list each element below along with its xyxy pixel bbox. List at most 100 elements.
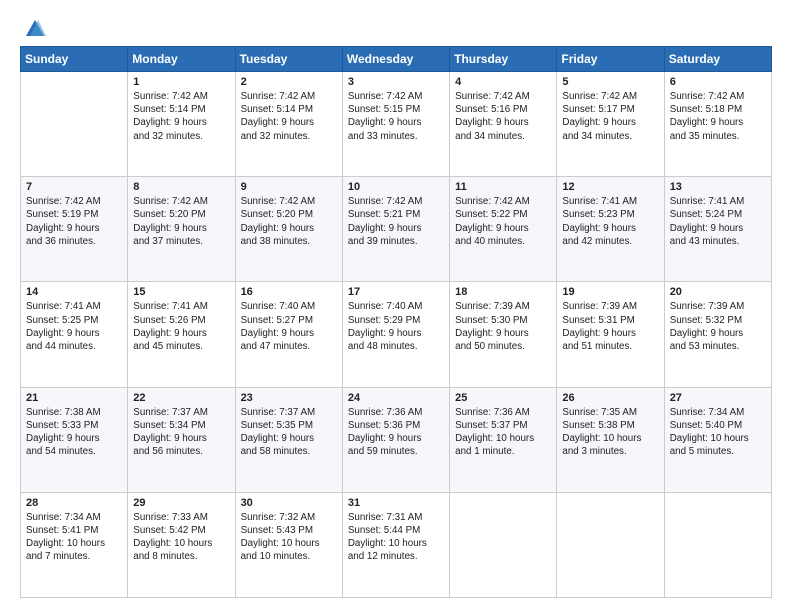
calendar-cell: 14 Sunrise: 7:41 AM Sunset: 5:25 PM Dayli…	[21, 282, 128, 387]
calendar-cell: 24 Sunrise: 7:36 AM Sunset: 5:36 PM Dayli…	[342, 387, 449, 492]
day-info: Sunrise: 7:41 AM Sunset: 5:26 PM Dayligh…	[133, 300, 229, 353]
calendar-header-wednesday: Wednesday	[342, 47, 449, 72]
calendar-cell: 5Sunrise: 7:42 AM Sunset: 5:17 PM Daylig…	[557, 72, 664, 177]
calendar-cell	[557, 492, 664, 597]
day-info: Sunrise: 7:41 AM Sunset: 5:24 PM Dayligh…	[670, 195, 766, 248]
calendar-week-1: 1Sunrise: 7:42 AM Sunset: 5:14 PM Daylig…	[21, 72, 772, 177]
day-info: Sunrise: 7:38 AM Sunset: 5:33 PM Dayligh…	[26, 406, 122, 459]
calendar-cell: 19 Sunrise: 7:39 AM Sunset: 5:31 PM Dayli…	[557, 282, 664, 387]
day-info: Sunrise: 7:35 AM Sunset: 5:38 PM Dayligh…	[562, 406, 658, 459]
calendar-header-thursday: Thursday	[450, 47, 557, 72]
day-number: 15	[133, 286, 229, 298]
calendar-cell: 27Sunrise: 7:34 AM Sunset: 5:40 PM Dayli…	[664, 387, 771, 492]
calendar-cell: 3Sunrise: 7:42 AM Sunset: 5:15 PM Daylig…	[342, 72, 449, 177]
day-info: Sunrise: 7:42 AM Sunset: 5:20 PM Dayligh…	[241, 195, 337, 248]
calendar-cell	[21, 72, 128, 177]
day-number: 18	[455, 286, 551, 298]
calendar-cell: 28 Sunrise: 7:34 AM Sunset: 5:41 PM Dayli…	[21, 492, 128, 597]
day-info: Sunrise: 7:42 AM Sunset: 5:20 PM Dayligh…	[133, 195, 229, 248]
day-number: 14	[26, 286, 122, 298]
calendar-header-tuesday: Tuesday	[235, 47, 342, 72]
day-info: Sunrise: 7:42 AM Sunset: 5:18 PM Dayligh…	[670, 90, 766, 143]
calendar-cell: 2 Sunrise: 7:42 AM Sunset: 5:14 PM Daylig…	[235, 72, 342, 177]
calendar-cell: 1Sunrise: 7:42 AM Sunset: 5:14 PM Daylig…	[128, 72, 235, 177]
day-number: 19	[562, 286, 658, 298]
calendar-header-saturday: Saturday	[664, 47, 771, 72]
calendar-week-5: 28 Sunrise: 7:34 AM Sunset: 5:41 PM Dayli…	[21, 492, 772, 597]
calendar-cell: 22Sunrise: 7:37 AM Sunset: 5:34 PM Dayli…	[128, 387, 235, 492]
calendar-cell: 26 Sunrise: 7:35 AM Sunset: 5:38 PM Dayli…	[557, 387, 664, 492]
calendar-cell: 21 Sunrise: 7:38 AM Sunset: 5:33 PM Dayli…	[21, 387, 128, 492]
header	[20, 18, 772, 36]
calendar-header-monday: Monday	[128, 47, 235, 72]
calendar-week-4: 21 Sunrise: 7:38 AM Sunset: 5:33 PM Dayli…	[21, 387, 772, 492]
calendar-cell	[664, 492, 771, 597]
day-info: Sunrise: 7:39 AM Sunset: 5:30 PM Dayligh…	[455, 300, 551, 353]
day-info: Sunrise: 7:40 AM Sunset: 5:29 PM Dayligh…	[348, 300, 444, 353]
calendar-cell: 25 Sunrise: 7:36 AM Sunset: 5:37 PM Dayli…	[450, 387, 557, 492]
day-info: Sunrise: 7:42 AM Sunset: 5:14 PM Dayligh…	[133, 90, 229, 143]
day-number: 26	[562, 392, 658, 404]
day-number: 29	[133, 497, 229, 509]
day-number: 17	[348, 286, 444, 298]
page: SundayMondayTuesdayWednesdayThursdayFrid…	[0, 0, 792, 612]
calendar-header-row: SundayMondayTuesdayWednesdayThursdayFrid…	[21, 47, 772, 72]
calendar-cell: 11Sunrise: 7:42 AM Sunset: 5:22 PM Dayli…	[450, 177, 557, 282]
day-info: Sunrise: 7:41 AM Sunset: 5:23 PM Dayligh…	[562, 195, 658, 248]
calendar-cell: 12 Sunrise: 7:41 AM Sunset: 5:23 PM Dayli…	[557, 177, 664, 282]
calendar-header-friday: Friday	[557, 47, 664, 72]
day-number: 12	[562, 181, 658, 193]
calendar-week-2: 7 Sunrise: 7:42 AM Sunset: 5:19 PM Daylig…	[21, 177, 772, 282]
calendar-cell: 15 Sunrise: 7:41 AM Sunset: 5:26 PM Dayli…	[128, 282, 235, 387]
calendar-cell: 4 Sunrise: 7:42 AM Sunset: 5:16 PM Daylig…	[450, 72, 557, 177]
logo	[20, 18, 46, 36]
calendar-table: SundayMondayTuesdayWednesdayThursdayFrid…	[20, 46, 772, 598]
day-number: 7	[26, 181, 122, 193]
day-info: Sunrise: 7:42 AM Sunset: 5:16 PM Dayligh…	[455, 90, 551, 143]
day-info: Sunrise: 7:39 AM Sunset: 5:32 PM Dayligh…	[670, 300, 766, 353]
day-info: Sunrise: 7:42 AM Sunset: 5:15 PM Dayligh…	[348, 90, 444, 143]
day-number: 8	[133, 181, 229, 193]
day-info: Sunrise: 7:34 AM Sunset: 5:41 PM Dayligh…	[26, 511, 122, 564]
calendar-cell: 16Sunrise: 7:40 AM Sunset: 5:27 PM Dayli…	[235, 282, 342, 387]
day-number: 11	[455, 181, 551, 193]
day-number: 2	[241, 76, 337, 88]
calendar-cell: 31Sunrise: 7:31 AM Sunset: 5:44 PM Dayli…	[342, 492, 449, 597]
day-number: 6	[670, 76, 766, 88]
day-number: 4	[455, 76, 551, 88]
day-info: Sunrise: 7:36 AM Sunset: 5:36 PM Dayligh…	[348, 406, 444, 459]
day-number: 25	[455, 392, 551, 404]
day-info: Sunrise: 7:37 AM Sunset: 5:35 PM Dayligh…	[241, 406, 337, 459]
calendar-cell: 23 Sunrise: 7:37 AM Sunset: 5:35 PM Dayli…	[235, 387, 342, 492]
calendar-cell: 10 Sunrise: 7:42 AM Sunset: 5:21 PM Dayli…	[342, 177, 449, 282]
day-number: 9	[241, 181, 337, 193]
calendar-cell: 17 Sunrise: 7:40 AM Sunset: 5:29 PM Dayli…	[342, 282, 449, 387]
day-info: Sunrise: 7:42 AM Sunset: 5:14 PM Dayligh…	[241, 90, 337, 143]
calendar-cell: 29Sunrise: 7:33 AM Sunset: 5:42 PM Dayli…	[128, 492, 235, 597]
day-info: Sunrise: 7:42 AM Sunset: 5:21 PM Dayligh…	[348, 195, 444, 248]
day-info: Sunrise: 7:32 AM Sunset: 5:43 PM Dayligh…	[241, 511, 337, 564]
day-number: 28	[26, 497, 122, 509]
calendar-cell: 9 Sunrise: 7:42 AM Sunset: 5:20 PM Daylig…	[235, 177, 342, 282]
calendar-cell: 20Sunrise: 7:39 AM Sunset: 5:32 PM Dayli…	[664, 282, 771, 387]
day-number: 10	[348, 181, 444, 193]
calendar-cell: 30 Sunrise: 7:32 AM Sunset: 5:43 PM Dayli…	[235, 492, 342, 597]
day-info: Sunrise: 7:41 AM Sunset: 5:25 PM Dayligh…	[26, 300, 122, 353]
day-info: Sunrise: 7:42 AM Sunset: 5:17 PM Dayligh…	[562, 90, 658, 143]
day-info: Sunrise: 7:34 AM Sunset: 5:40 PM Dayligh…	[670, 406, 766, 459]
calendar-cell: 8 Sunrise: 7:42 AM Sunset: 5:20 PM Daylig…	[128, 177, 235, 282]
day-info: Sunrise: 7:39 AM Sunset: 5:31 PM Dayligh…	[562, 300, 658, 353]
calendar-cell: 6 Sunrise: 7:42 AM Sunset: 5:18 PM Daylig…	[664, 72, 771, 177]
day-number: 24	[348, 392, 444, 404]
calendar-cell: 18 Sunrise: 7:39 AM Sunset: 5:30 PM Dayli…	[450, 282, 557, 387]
day-info: Sunrise: 7:36 AM Sunset: 5:37 PM Dayligh…	[455, 406, 551, 459]
calendar-header-sunday: Sunday	[21, 47, 128, 72]
calendar-week-3: 14 Sunrise: 7:41 AM Sunset: 5:25 PM Dayli…	[21, 282, 772, 387]
day-info: Sunrise: 7:42 AM Sunset: 5:19 PM Dayligh…	[26, 195, 122, 248]
day-info: Sunrise: 7:40 AM Sunset: 5:27 PM Dayligh…	[241, 300, 337, 353]
day-number: 30	[241, 497, 337, 509]
day-number: 21	[26, 392, 122, 404]
day-number: 23	[241, 392, 337, 404]
day-info: Sunrise: 7:37 AM Sunset: 5:34 PM Dayligh…	[133, 406, 229, 459]
calendar-cell: 13Sunrise: 7:41 AM Sunset: 5:24 PM Dayli…	[664, 177, 771, 282]
